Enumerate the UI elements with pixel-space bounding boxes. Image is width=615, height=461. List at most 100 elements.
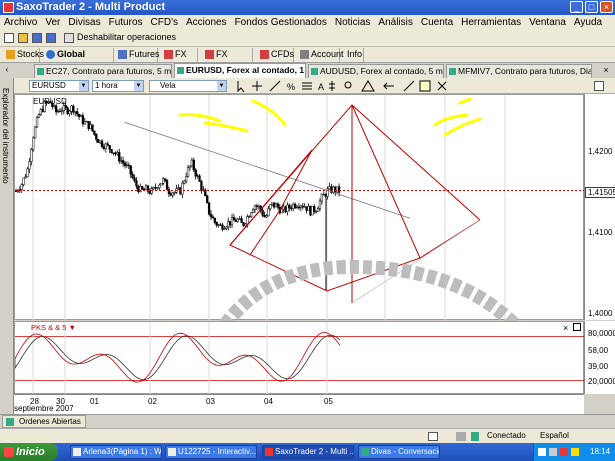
drawing-tools[interactable]: % A <box>232 79 472 93</box>
menu-analisis[interactable]: Análisis <box>374 15 416 30</box>
candle <box>127 164 130 167</box>
lock-icon[interactable] <box>64 33 74 43</box>
tab-info[interactable]: Info <box>344 48 364 62</box>
tab-cfds[interactable]: CFDs <box>258 48 294 62</box>
candle <box>324 194 327 197</box>
chart-tab-mfmiv7[interactable]: MFMIV7, Contrato para futuros, Diario <box>446 64 592 78</box>
menu-cuenta[interactable]: Cuenta <box>417 15 457 30</box>
candle <box>81 115 85 125</box>
tab-fx-us[interactable]: FX US <box>162 48 198 72</box>
yellow-stroke <box>178 113 222 123</box>
instrument-explorer-panel[interactable]: Explorador del instrumento <box>0 78 14 414</box>
candle <box>137 185 140 192</box>
interval-select[interactable]: 1 hora ▼ <box>92 80 144 92</box>
instrument-select[interactable]: EURUSD ▼ <box>29 80 89 92</box>
chart-tab-audusd[interactable]: AUDUSD, Forex al contado, 5 minutos <box>308 64 444 78</box>
maximize-panel-icon[interactable] <box>573 323 581 331</box>
menu-cfds[interactable]: CFD's <box>147 15 182 30</box>
candle <box>76 111 79 115</box>
app-icon <box>3 2 14 13</box>
chevron-down-icon: ▼ <box>79 81 88 91</box>
open-icon[interactable] <box>18 33 28 43</box>
menu-archivo[interactable]: Archivo <box>0 15 41 30</box>
tab-account[interactable]: Account <box>298 48 344 62</box>
price-chart[interactable]: EURUSD <box>14 94 585 330</box>
rectangle-icon <box>419 80 431 92</box>
candle <box>108 144 111 150</box>
tray-icon[interactable] <box>560 448 568 456</box>
tabs-left-arrow[interactable]: ‹ <box>0 65 14 76</box>
start-button[interactable]: Inicio <box>0 443 58 461</box>
clock: 18:14 <box>590 447 611 456</box>
close-button[interactable]: × <box>600 1 613 13</box>
tray-icon[interactable] <box>549 448 557 456</box>
chart-tab-eurusd[interactable]: EURUSD, Forex al contado, 1 hora <box>174 63 306 78</box>
candle <box>314 211 318 213</box>
candle <box>121 160 125 164</box>
triangle-icon <box>361 80 375 92</box>
menu-divisas[interactable]: Divisas <box>64 15 104 30</box>
oscillator-panel[interactable]: PKS & & 5 ▼ × <box>14 321 585 395</box>
price-chart-svg[interactable] <box>14 95 585 330</box>
menu-acciones[interactable]: Acciones <box>182 15 231 30</box>
oscillator-svg[interactable] <box>14 322 585 395</box>
bottom-tab-strip: Ordenes Abiertas <box>0 414 615 428</box>
oscillator-axis: 80,0000 58,00 39,00 20,0000 <box>584 321 615 394</box>
chart-tab-icon <box>177 67 184 74</box>
candle <box>163 178 167 181</box>
pyramid-edge <box>229 149 313 246</box>
instrument-value: EURUSD <box>32 81 66 90</box>
task-saxotrader[interactable]: SaxoTrader 2 - Multi ... <box>262 445 354 459</box>
task-divas[interactable]: Divas - Conversación <box>358 445 440 459</box>
tab-stocks[interactable]: Stocks <box>4 48 44 62</box>
save-all-icon[interactable] <box>46 33 56 43</box>
menu-noticias[interactable]: Noticias <box>331 15 375 30</box>
candle <box>22 177 25 185</box>
chart-tab-ec27[interactable]: EC27, Contrato para futuros, 5 minutos <box>34 64 172 78</box>
tab-fx-majors[interactable]: FX Majors <box>203 48 253 72</box>
chart-settings-icon[interactable] <box>594 81 604 91</box>
candle <box>41 109 44 112</box>
new-icon[interactable] <box>4 33 14 43</box>
menu-ayuda[interactable]: Ayuda <box>570 15 606 30</box>
minimize-button[interactable]: _ <box>570 1 583 13</box>
candle <box>322 194 325 196</box>
task-interactive[interactable]: U122725 - Interactiv... <box>165 445 257 459</box>
candle <box>334 186 337 193</box>
candle <box>173 192 176 194</box>
tray-icon[interactable] <box>571 448 579 456</box>
menu-ver[interactable]: Ver <box>41 15 64 30</box>
menu-ventana[interactable]: Ventana <box>525 15 570 30</box>
candle <box>313 206 316 212</box>
candle <box>114 152 117 155</box>
close-tab-icon[interactable]: × <box>600 65 612 76</box>
tab-global-markets[interactable]: Global Markets <box>44 48 114 72</box>
menu-herramientas[interactable]: Herramientas <box>457 15 525 30</box>
close-panel-icon[interactable]: × <box>563 323 568 333</box>
candle <box>320 194 324 202</box>
candle <box>316 208 320 212</box>
tab-open-orders[interactable]: Ordenes Abiertas <box>2 415 86 428</box>
candle <box>305 206 308 211</box>
chart-type-select[interactable]: Vela ▼ <box>149 80 227 92</box>
candle <box>102 146 106 149</box>
tab-futures[interactable]: Futures <box>116 48 160 62</box>
save-icon[interactable] <box>32 33 42 43</box>
line-icon <box>403 80 415 92</box>
candle <box>98 140 102 143</box>
menu-futuros[interactable]: Futuros <box>105 15 147 30</box>
candle <box>280 208 283 214</box>
system-tray: 18:14 <box>533 443 615 461</box>
candle <box>309 205 312 216</box>
tab-info-label: Info <box>347 49 363 59</box>
tray-icon[interactable] <box>538 448 546 456</box>
interval-value: 1 hora <box>95 81 118 90</box>
current-price-label: 1,41505 <box>585 187 615 198</box>
disable-trading-button[interactable]: Deshabilitar operaciones <box>77 32 176 42</box>
task-arlena[interactable]: Arlena3(Página 1) : W... <box>70 445 162 459</box>
maximize-button[interactable]: □ <box>585 1 598 13</box>
candle <box>236 219 239 222</box>
yellow-stroke <box>433 113 469 127</box>
menu-fondos[interactable]: Fondos Gestionados <box>231 15 331 30</box>
candle <box>290 207 293 210</box>
